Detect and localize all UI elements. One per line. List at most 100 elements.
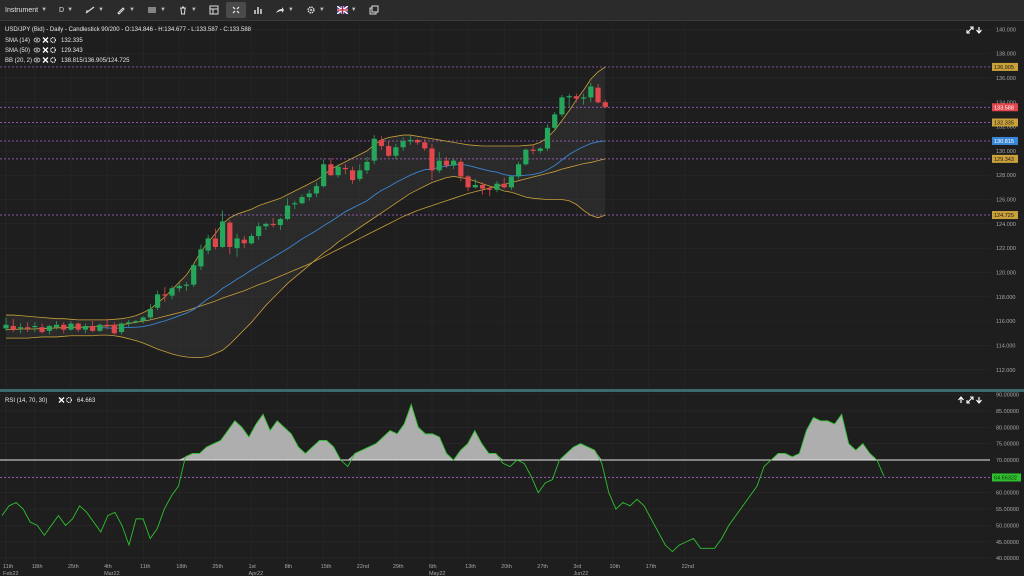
candle-body	[371, 138, 377, 161]
price-axis-label: 130.000	[996, 149, 1016, 155]
price-axis-label: 112.000	[996, 368, 1015, 374]
price-axis-label: 128.000	[996, 173, 1016, 179]
candle-body	[169, 288, 175, 296]
candle-body	[53, 324, 60, 328]
x-axis-label: 8th	[285, 564, 293, 570]
x-axis-label: 4th	[104, 564, 112, 570]
candle-body	[227, 222, 233, 247]
price-badge-label: 136.905	[994, 65, 1014, 71]
candle-body	[191, 265, 197, 285]
price-badge-label: 132.335	[994, 120, 1014, 126]
x-axis-label: 11th	[140, 564, 150, 570]
x-axis-label: 18th	[32, 564, 43, 570]
candle-body	[284, 205, 291, 219]
candle-body	[516, 164, 522, 177]
x-axis-label: 18th	[176, 564, 187, 570]
x-axis-label: 25th	[68, 564, 79, 570]
candle-body	[61, 324, 67, 330]
candle-body	[220, 221, 226, 247]
candle-body	[32, 325, 38, 328]
legend-bb: BB (20, 2) 138.815/136.905/124.725	[5, 56, 130, 64]
legend-rsi-label: RSI (14, 70, 30)	[5, 398, 47, 404]
candle-body	[147, 308, 153, 318]
candle-body	[90, 325, 96, 331]
candle-body	[407, 139, 413, 142]
candle-body	[241, 239, 247, 244]
candle-body	[443, 160, 450, 166]
candle-body	[75, 323, 81, 330]
candle-body	[111, 324, 117, 334]
candle-body	[162, 294, 168, 296]
x-axis-label: 13th	[465, 564, 476, 570]
candle-body	[342, 167, 348, 170]
price-axis-label: 136.000	[996, 76, 1016, 82]
candle-body	[306, 193, 312, 198]
candle-body	[479, 184, 486, 189]
x-axis-sublabel: Apr22	[248, 571, 263, 576]
candle-body	[321, 164, 327, 187]
candle-body	[537, 148, 543, 151]
candle-body	[357, 170, 363, 179]
candle-body	[487, 188, 493, 190]
candle-body	[530, 149, 536, 151]
rsi-axis-label: 50.00000	[996, 523, 1019, 529]
price-axis-label: 138.000	[996, 52, 1016, 58]
candle-body	[313, 186, 320, 194]
price-axis-label: 114.000	[996, 343, 1015, 349]
candle-body	[82, 325, 89, 330]
x-axis-sublabel: Mar22	[104, 571, 120, 576]
price-axis-label: 124.000	[996, 222, 1016, 228]
price-axis-label: 140.000	[996, 27, 1016, 33]
price-badge-label: 130.815	[994, 139, 1014, 145]
rsi-axis-label: 75.00000	[996, 442, 1019, 448]
x-axis-label: 22nd	[682, 564, 694, 570]
candle-body	[328, 164, 334, 176]
rsi-axis-label: 55.00000	[996, 507, 1019, 513]
candle-body	[588, 86, 594, 98]
rsi-value-badge-label: 64.66322	[994, 475, 1017, 481]
x-axis-label: 25th	[212, 564, 223, 570]
candle-body	[595, 87, 601, 103]
candle-body	[140, 317, 146, 322]
x-axis-sublabel: May22	[429, 571, 446, 576]
candle-body	[299, 197, 305, 204]
candle-body	[183, 284, 190, 286]
candle-body	[378, 139, 385, 147]
legend-rsi-value: 64.663	[77, 398, 96, 404]
candle-body	[10, 325, 16, 330]
candle-body	[364, 161, 370, 171]
candle-body	[465, 176, 471, 188]
rsi-axis-label: 60.00000	[996, 491, 1019, 497]
candle-body	[472, 184, 478, 188]
candle-body	[602, 102, 608, 108]
candle-body	[256, 226, 262, 237]
candle-body	[501, 183, 507, 188]
candle-body	[429, 148, 435, 171]
rsi-value-badge: 64.66322	[992, 473, 1021, 482]
price-axis-label: 120.000	[996, 270, 1016, 276]
price-badge: 130.815	[992, 136, 1018, 145]
x-axis-label: 22nd	[357, 564, 369, 570]
x-axis-label: 27th	[537, 564, 548, 570]
candle-body	[414, 139, 421, 143]
candle-body	[523, 149, 529, 165]
candle-body	[118, 323, 125, 333]
candle-body	[97, 324, 103, 331]
candle-body	[508, 176, 514, 188]
candle-body	[400, 141, 406, 148]
candle-body	[458, 161, 464, 177]
candle-body	[349, 170, 356, 181]
panel-divider[interactable]	[0, 389, 1024, 392]
rsi-axis-label: 85.00000	[996, 409, 1019, 415]
chart-area[interactable]: 112.000 114.000 116.000 118.000 120.000 122.0…	[0, 0, 1024, 576]
price-axis-label: 122.000	[996, 246, 1016, 252]
candle-body	[581, 97, 587, 99]
candle-body	[559, 97, 565, 115]
candle-body	[270, 223, 276, 226]
candle-body	[234, 238, 240, 249]
legend-sma14-label: SMA (14)	[5, 38, 30, 44]
price-axis-label: 116.000	[996, 319, 1015, 325]
x-axis-label: 20th	[501, 564, 512, 570]
candle-body	[544, 127, 551, 149]
candle-body	[133, 321, 139, 323]
